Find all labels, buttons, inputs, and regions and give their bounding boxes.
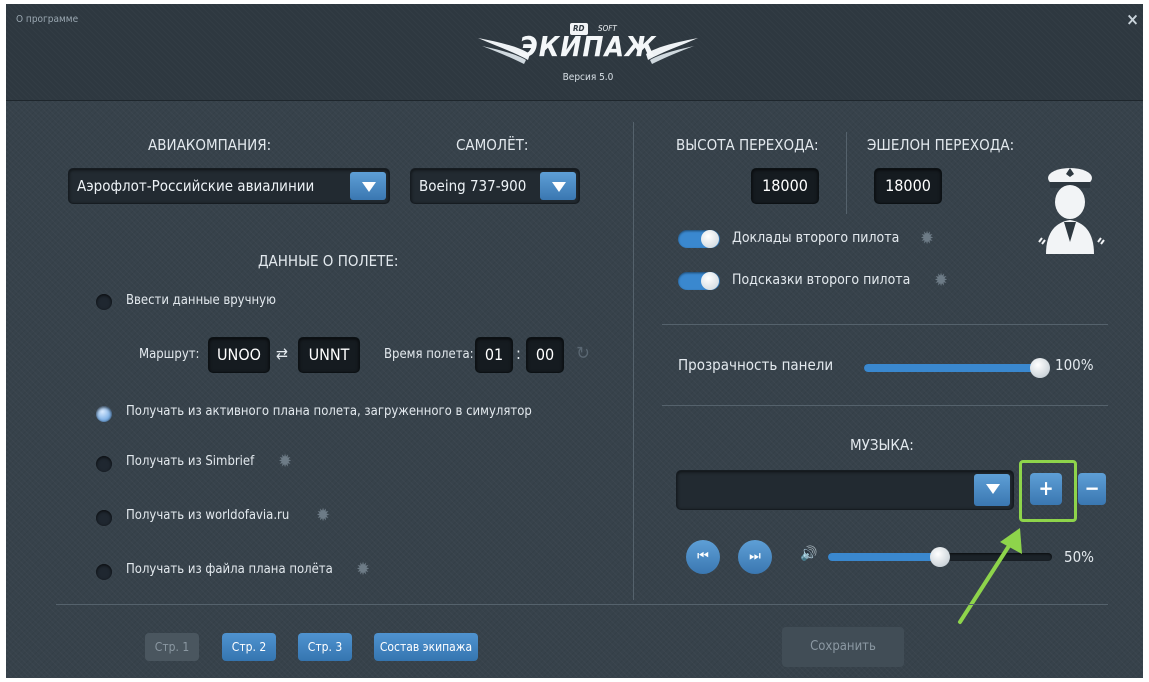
transition-level-label: ЭШЕЛОН ПЕРЕХОДА:	[867, 136, 1015, 154]
aircraft-value: Boeing 737-900	[419, 177, 527, 195]
transition-alt-label: ВЫСОТА ПЕРЕХОДА:	[676, 136, 819, 154]
minutes-input[interactable]: 00	[526, 337, 564, 373]
route-from-input[interactable]: UNOO	[208, 337, 270, 373]
option-simbrief-label: Получать из Simbrief	[126, 454, 255, 469]
panel-opacity-value: 100%	[1055, 356, 1094, 374]
copilot-reports-label: Доклады второго пилота	[732, 230, 900, 246]
swap-icon[interactable]: ⇄	[276, 344, 288, 363]
logo-title: ЭКИПАЖ	[519, 30, 657, 63]
chevron-down-icon[interactable]	[974, 474, 1010, 506]
flight-data-label: ДАННЫЕ О ПОЛЕТЕ:	[258, 252, 399, 270]
chevron-down-icon[interactable]	[540, 172, 576, 200]
airline-select[interactable]: Аэрофлот-Российские авиалинии	[68, 168, 390, 204]
column-divider	[633, 122, 634, 600]
panel-opacity-label: Прозрачность панели	[678, 356, 834, 374]
save-button[interactable]: Сохранить	[782, 627, 904, 667]
copilot-hints-label: Подсказки второго пилота	[732, 272, 911, 288]
copilot-reports-toggle[interactable]	[678, 230, 720, 248]
music-label: МУЗЫКА:	[850, 436, 914, 454]
divider	[662, 405, 1108, 406]
radio-manual[interactable]	[96, 294, 112, 310]
slider-knob[interactable]	[930, 547, 950, 567]
settings-window: О программе × RD SOFT ЭКИПАЖ Версия 5.0 …	[6, 4, 1143, 678]
volume-value: 50%	[1064, 548, 1094, 566]
pilot-icon	[1038, 168, 1105, 254]
prev-track-button[interactable]: ⏮	[686, 540, 720, 574]
aircraft-select[interactable]: Boeing 737-900	[410, 168, 580, 204]
chevron-down-icon[interactable]	[350, 172, 386, 200]
music-select[interactable]	[676, 470, 1014, 510]
header: О программе × RD SOFT ЭКИПАЖ Версия 5.0	[6, 4, 1143, 101]
flight-time-label: Время полета:	[384, 347, 474, 362]
route-label: Маршрут:	[139, 347, 200, 362]
radio-option-file[interactable]	[96, 564, 112, 580]
page-2-button[interactable]: Стр. 2	[222, 633, 276, 661]
gear-icon[interactable]: ✹	[276, 453, 294, 471]
airline-value: Аэрофлот-Российские авиалинии	[77, 177, 315, 195]
refresh-icon[interactable]: ↻	[574, 345, 592, 363]
divider	[662, 324, 1108, 325]
crew-button[interactable]: Состав экипажа	[374, 633, 478, 661]
option-file-label: Получать из файла плана полёта	[126, 562, 333, 577]
gear-icon[interactable]: ✹	[918, 230, 936, 248]
annotation-arrow	[958, 528, 1022, 624]
radio-option-active-plan[interactable]	[96, 406, 112, 422]
copilot-hints-toggle[interactable]	[678, 272, 720, 290]
next-track-button[interactable]: ⏭	[738, 540, 772, 574]
gear-icon[interactable]: ✹	[354, 561, 372, 579]
page-1-button[interactable]: Стр. 1	[145, 633, 199, 661]
slider-knob[interactable]	[1030, 358, 1050, 378]
gear-icon[interactable]: ✹	[314, 507, 332, 525]
volume-icon: 🔊	[800, 546, 818, 562]
transition-alt-input[interactable]: 18000	[751, 168, 819, 204]
aircraft-label: САМОЛЁТ:	[456, 136, 529, 154]
route-to-input[interactable]: UNNT	[298, 337, 360, 373]
slider-fill	[828, 553, 940, 561]
field-divider	[846, 132, 847, 214]
transition-level-input[interactable]: 18000	[874, 168, 942, 204]
version-label: Версия 5.0	[562, 72, 614, 83]
add-music-button[interactable]: +	[1030, 473, 1062, 505]
radio-option-simbrief[interactable]	[96, 456, 112, 472]
close-button[interactable]: ×	[1126, 10, 1139, 30]
panel-opacity-slider[interactable]	[864, 358, 1050, 378]
option-active-plan-label: Получать из активного плана полета, загр…	[126, 404, 532, 419]
radio-option-worldofavia[interactable]	[96, 510, 112, 526]
divider	[56, 604, 1108, 605]
about-link[interactable]: О программе	[16, 14, 78, 25]
option-worldofavia-label: Получать из worldofavia.ru	[126, 508, 290, 523]
time-separator: :	[516, 344, 521, 363]
page-3-button[interactable]: Стр. 3	[298, 633, 352, 661]
logo: RD SOFT ЭКИПАЖ Версия 5.0	[468, 20, 708, 92]
hours-input[interactable]: 01	[475, 337, 513, 373]
remove-music-button[interactable]: −	[1078, 473, 1106, 505]
manual-option-label: Ввести данные вручную	[126, 293, 276, 308]
airline-label: АВИАКОМПАНИЯ:	[148, 136, 272, 154]
slider-fill	[864, 364, 1040, 372]
gear-icon[interactable]: ✹	[932, 272, 950, 290]
